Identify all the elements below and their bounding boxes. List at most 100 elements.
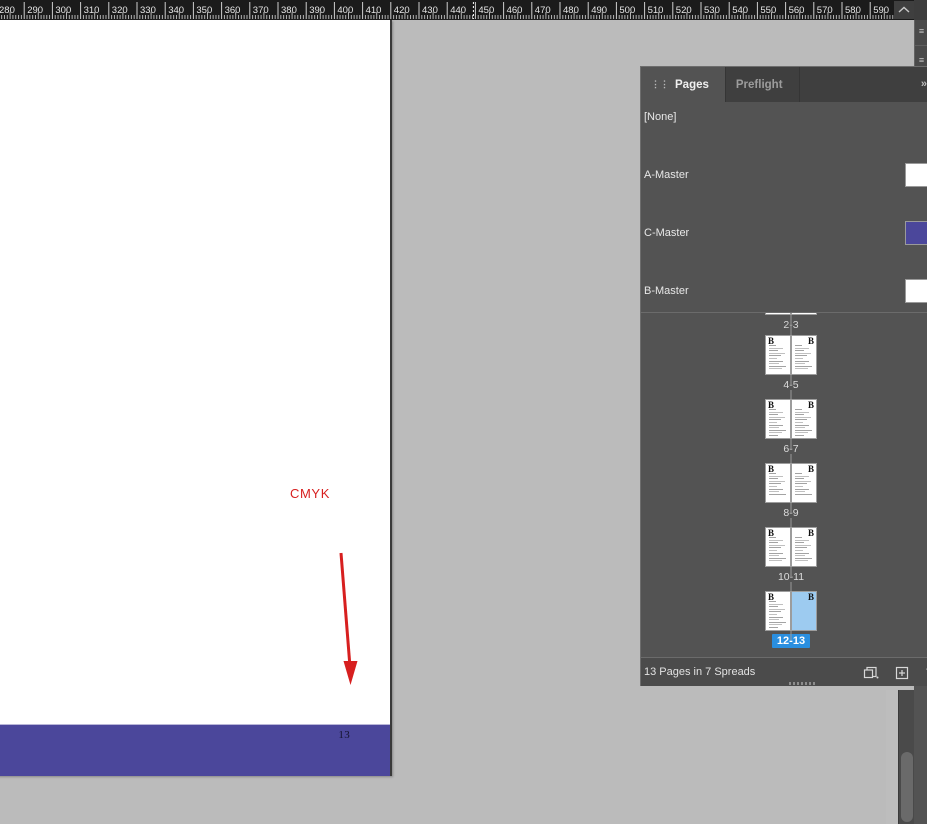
svg-text:390: 390	[309, 5, 325, 16]
svg-text:560: 560	[789, 5, 805, 16]
page-number-label: 13	[338, 729, 350, 741]
svg-text:550: 550	[760, 5, 776, 16]
svg-text:490: 490	[591, 5, 607, 16]
svg-text:290: 290	[27, 5, 43, 16]
thumbnail-text-lines	[769, 473, 787, 496]
thumbnail-text-lines	[795, 473, 813, 496]
tab-bar-filler	[799, 67, 927, 102]
tab-pages[interactable]: ⋮⋮ Pages	[641, 67, 726, 102]
master-page-name: A-Master	[644, 168, 689, 181]
master-pages-list[interactable]: [None] A-Master C-Master B-Master	[641, 102, 927, 313]
page-spread[interactable]: BB2-3	[641, 313, 927, 332]
tab-preflight[interactable]: Preflight	[725, 67, 800, 102]
svg-text:380: 380	[281, 5, 297, 16]
ruler-right-edge	[914, 0, 927, 20]
spread-spine-line	[790, 582, 792, 640]
svg-text:460: 460	[507, 5, 523, 16]
applied-master-letter: B	[807, 592, 814, 602]
svg-text:340: 340	[168, 5, 184, 16]
page-thumbnail[interactable]: B	[765, 313, 791, 315]
master-thumbnail-group[interactable]	[905, 163, 927, 187]
page-thumbnail[interactable]: B	[791, 313, 817, 315]
page-spread[interactable]: B B 4-5	[641, 326, 927, 392]
svg-text:320: 320	[112, 5, 128, 16]
page-thumbnail[interactable]: B	[791, 335, 817, 375]
master-page-thumbnail[interactable]	[905, 221, 927, 245]
page-thumbnail[interactable]: B	[791, 591, 817, 631]
svg-text:330: 330	[140, 5, 156, 16]
svg-text:540: 540	[732, 5, 748, 16]
thumbnail-text-lines	[769, 601, 787, 630]
thumbnail-text-lines	[769, 537, 787, 563]
master-page-thumbnail[interactable]	[905, 163, 927, 187]
master-thumbnail-group[interactable]	[905, 221, 927, 245]
svg-text:370: 370	[253, 5, 269, 16]
scrollbar-thumb[interactable]	[901, 752, 913, 822]
page-thumbnail[interactable]: B	[765, 527, 791, 567]
svg-text:360: 360	[225, 5, 241, 16]
svg-text:300: 300	[55, 5, 71, 16]
spread-thumbnails[interactable]: BB	[765, 326, 817, 384]
scroll-up-button[interactable]	[894, 1, 914, 19]
panel-status-icons[interactable]	[863, 658, 927, 686]
page-color-band	[0, 724, 390, 776]
page-thumbnail[interactable]: B	[765, 591, 791, 631]
thumbnail-text-lines	[795, 409, 813, 438]
spread-thumbnails[interactable]: BB	[765, 313, 817, 324]
panel-tab-bar[interactable]: ⋮⋮ Pages Preflight »	[641, 67, 927, 102]
svg-text:410: 410	[366, 5, 382, 16]
svg-text:480: 480	[563, 5, 579, 16]
new-page-icon[interactable]	[895, 666, 909, 680]
page-spread[interactable]: B B 6-7	[641, 390, 927, 456]
page-thumbnail[interactable]: B	[791, 463, 817, 503]
panel-resize-grip[interactable]	[789, 681, 817, 686]
svg-text:400: 400	[337, 5, 353, 16]
page-thumbnail[interactable]: B	[765, 335, 791, 375]
page-spread[interactable]: B B 10-11	[641, 518, 927, 584]
collapse-panel-button[interactable]: »	[921, 78, 927, 90]
cmyk-annotation-label: CMYK	[290, 486, 330, 501]
page-count-label: 13 Pages in 7 Spreads	[644, 666, 756, 678]
svg-text:450: 450	[478, 5, 494, 16]
spread-thumbnails[interactable]: BB	[765, 390, 817, 448]
down-arrow-annotation-icon	[339, 552, 358, 685]
chevron-up-icon	[898, 6, 910, 13]
page-spread[interactable]: B B 8-9	[641, 454, 927, 520]
spread-thumbnails[interactable]: BB	[765, 518, 817, 576]
page-thumbnail[interactable]: B	[765, 399, 791, 439]
master-page-name: [None]	[644, 110, 677, 123]
pages-panel[interactable]: ⋮⋮ Pages Preflight » [None] A-Master C-Mas…	[640, 66, 927, 686]
master-page-thumbnail[interactable]	[905, 279, 927, 303]
panel-drag-icon: ⋮⋮	[651, 79, 669, 89]
master-page-row[interactable]: C-Master	[641, 218, 927, 247]
vertical-scrollbar[interactable]	[898, 690, 914, 824]
master-page-row[interactable]: [None]	[641, 102, 927, 131]
thumbnail-text-lines	[795, 537, 813, 563]
master-page-row[interactable]: B-Master	[641, 276, 927, 305]
document-pages-list[interactable]: BB2-3BB4-5BB6-7BB8-9BB10-11BB12-13	[641, 313, 927, 652]
svg-text:280: 280	[0, 5, 15, 16]
edit-page-size-icon[interactable]	[863, 666, 879, 680]
tab-preflight-label: Preflight	[735, 78, 783, 91]
master-page-name: B-Master	[644, 284, 689, 297]
spread-thumbnails[interactable]: BB	[765, 454, 817, 512]
horizontal-ruler[interactable]: 280 290 300 310 320 330 340 350 360 370 380 390 400 4…	[0, 0, 927, 20]
svg-text:590: 590	[873, 5, 889, 16]
indesign-workspace: 13 CMYK 280 290 300 310 320 330 340 350 360 370 38…	[0, 0, 927, 824]
spread-spine-line	[790, 390, 792, 448]
panel-status-bar: 13 Pages in 7 Spreads	[641, 657, 927, 686]
page-thumbnail[interactable]: B	[765, 463, 791, 503]
page-thumbnail[interactable]: B	[791, 399, 817, 439]
page-spread[interactable]: B B 12-13	[641, 582, 927, 648]
spread-thumbnails[interactable]: BB	[765, 582, 817, 640]
tab-pages-label: Pages	[675, 78, 709, 91]
dock-group-1[interactable]: ≡ ≡	[914, 20, 927, 68]
svg-text:570: 570	[817, 5, 833, 16]
svg-text:310: 310	[84, 5, 100, 16]
page-thumbnail[interactable]: B	[791, 527, 817, 567]
svg-text:500: 500	[619, 5, 635, 16]
ruler-ticks: 280 290 300 310 320 330 340 350 360 370 380 390 400 4…	[0, 2, 897, 19]
master-page-row[interactable]: A-Master	[641, 160, 927, 189]
panel-icon-1[interactable]: ≡	[915, 20, 927, 42]
master-thumbnail-group[interactable]	[905, 279, 927, 303]
